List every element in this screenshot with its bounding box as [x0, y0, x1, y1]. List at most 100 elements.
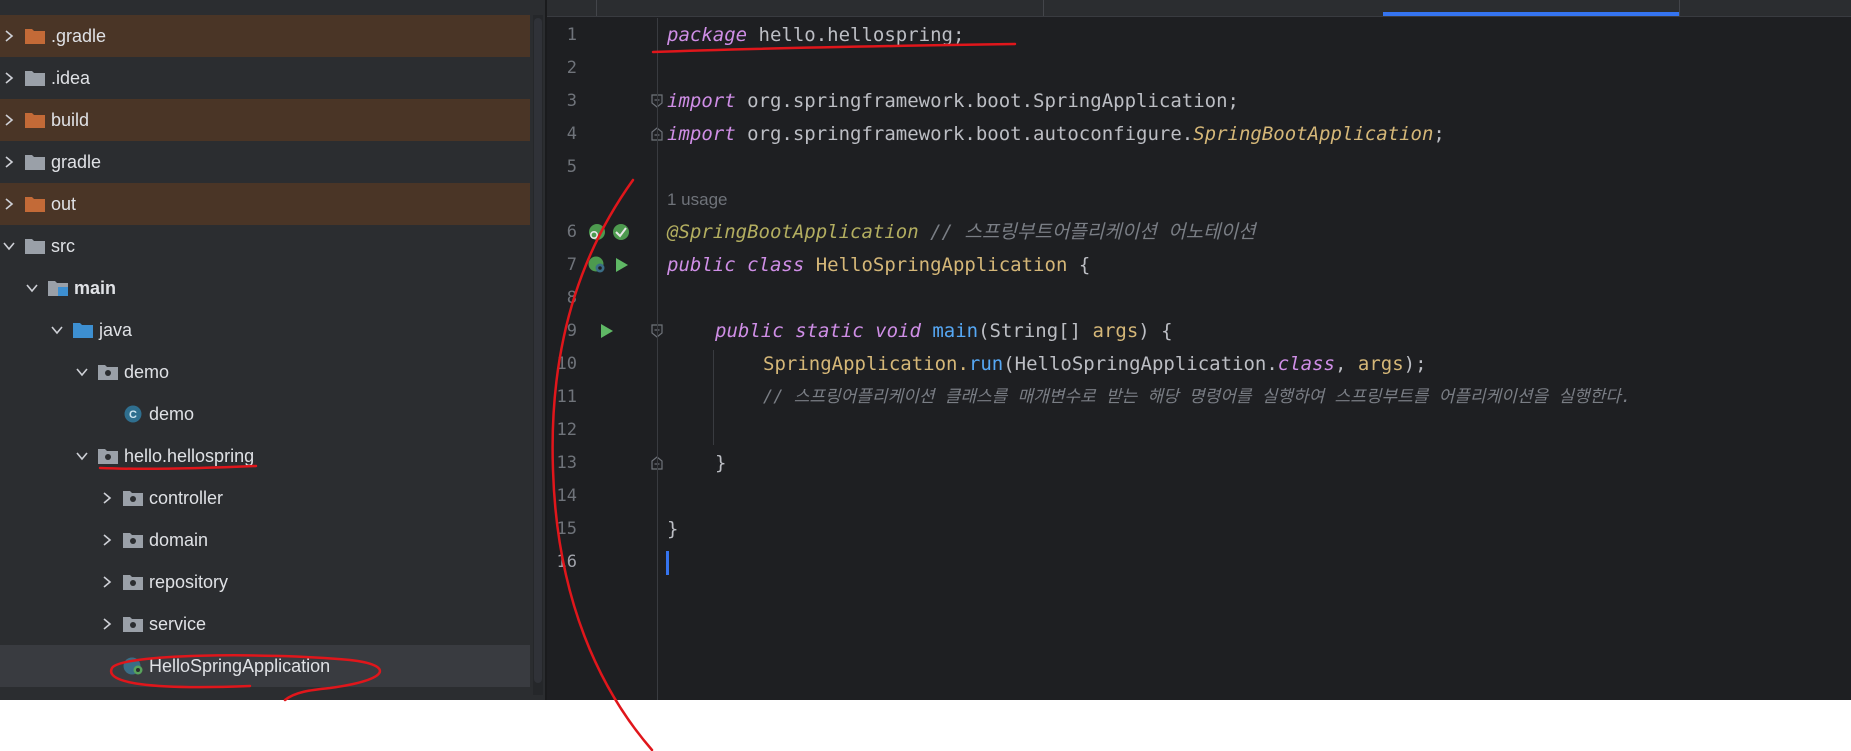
chevron-right-icon[interactable]	[2, 29, 16, 43]
tree-item-main[interactable]: main	[0, 267, 530, 309]
code-line-7[interactable]: public class HelloSpringApplication {	[667, 254, 1090, 276]
code-line-4[interactable]: import org.springframework.boot.autoconf…	[667, 123, 1445, 145]
line-number: 6	[566, 222, 577, 242]
tree-item-label: build	[51, 109, 90, 130]
tree-scrollbar-thumb[interactable]	[534, 18, 542, 683]
line-number: 1	[566, 25, 577, 45]
comment: // 스프링어플리케이션 클래스를 매개변수로 받는 해당 명령어를 실행하여 …	[763, 387, 1632, 407]
comment: // 스프링부트어플리케이션 어노테이션	[918, 221, 1256, 243]
chevron-right-icon[interactable]	[100, 533, 114, 547]
excluded-folder-icon	[24, 27, 46, 45]
tree-item-label: java	[99, 319, 133, 340]
tree-item-label: .idea	[51, 67, 91, 88]
tree-item-controller[interactable]: controller	[0, 477, 530, 519]
code-line-13[interactable]: }	[715, 452, 726, 474]
tree-item-label: repository	[149, 571, 229, 592]
code-line-10[interactable]: SpringApplication.run(HelloSpringApplica…	[763, 353, 1427, 375]
tree-item-java[interactable]: java	[0, 309, 530, 351]
tree-item-repository[interactable]: repository	[0, 561, 530, 603]
usage-hint[interactable]: 1 usage	[667, 190, 728, 210]
spring-boot-app-gutter-icon[interactable]	[587, 255, 607, 275]
code-line-15[interactable]: }	[667, 518, 678, 540]
chevron-right-icon[interactable]	[100, 617, 114, 631]
chevron-down-icon[interactable]	[2, 239, 16, 253]
svg-text:C: C	[129, 409, 137, 421]
code-line-3[interactable]: import org.springframework.boot.SpringAp…	[667, 90, 1239, 112]
line-number: 12	[556, 420, 577, 440]
chevron-down-icon[interactable]	[75, 365, 89, 379]
chevron-down-icon[interactable]	[50, 323, 64, 337]
tree-item-demo-package[interactable]: demo	[0, 351, 530, 393]
tree-item-src[interactable]: src	[0, 225, 530, 267]
chevron-right-icon[interactable]	[2, 113, 16, 127]
indent-guide	[713, 350, 714, 445]
chevron-right-icon[interactable]	[100, 491, 114, 505]
code-line-1[interactable]: package hello.hellospring;	[667, 24, 964, 46]
chevron-right-icon[interactable]	[100, 575, 114, 589]
chevron-right-icon[interactable]	[2, 197, 16, 211]
text-caret	[666, 551, 669, 575]
tree-item-label: HelloSpringApplication	[149, 655, 331, 676]
code-line-9[interactable]: public static void main(String[] args) {	[715, 320, 1173, 342]
class-name: SpringApplication.	[763, 353, 969, 375]
spring-config-gutter-icon[interactable]	[611, 222, 631, 242]
package-icon	[122, 573, 144, 591]
source-folder-icon	[72, 321, 94, 339]
annotation: @SpringBootApplication	[667, 221, 919, 243]
keyword: public static void	[715, 320, 921, 342]
current-line-number: 16	[556, 552, 577, 572]
editor-tab-strip	[547, 0, 1851, 17]
tree-item-out[interactable]: out	[0, 183, 530, 225]
tab-separator	[596, 0, 597, 16]
tree-item-build[interactable]: build	[0, 99, 530, 141]
line-number: 8	[566, 288, 577, 308]
code-text: hello.hellospring;	[747, 24, 965, 46]
chevron-right-icon[interactable]	[2, 71, 16, 85]
active-tab-indicator[interactable]	[1383, 12, 1679, 16]
keyword: import	[667, 90, 736, 112]
project-panel-header	[0, 0, 545, 8]
package-icon	[122, 615, 144, 633]
tree-item-idea[interactable]: .idea	[0, 57, 530, 99]
tab-separator	[1679, 0, 1680, 16]
code-line-11[interactable]: // 스프링어플리케이션 클래스를 매개변수로 받는 해당 명령어를 실행하여 …	[763, 386, 1631, 408]
code-text: }	[667, 518, 679, 540]
tree-item-label: gradle	[51, 151, 102, 172]
tree-item-hello-spring-application[interactable]: HelloSpringApplication	[0, 645, 530, 687]
line-number: 15	[556, 519, 577, 539]
tree-item-gradle-cache[interactable]: .gradle	[0, 15, 530, 57]
tree-item-domain[interactable]: domain	[0, 519, 530, 561]
code-text: ) {	[1138, 320, 1173, 342]
code-line-6[interactable]: @SpringBootApplication // 스프링부트어플리케이션 어노…	[667, 221, 1256, 243]
chevron-down-icon[interactable]	[75, 449, 89, 463]
function-name: run	[968, 353, 1004, 375]
spring-bean-gutter-icon[interactable]	[587, 222, 607, 242]
tree-item-partial	[0, 687, 530, 700]
chevron-down-icon[interactable]	[25, 281, 39, 295]
chevron-right-icon[interactable]	[2, 155, 16, 169]
run-icon[interactable]	[611, 255, 631, 275]
line-number: 5	[566, 157, 577, 177]
keyword: class	[1277, 353, 1335, 375]
excluded-folder-icon	[24, 111, 46, 129]
folder-icon	[24, 153, 46, 171]
tree-item-service[interactable]: service	[0, 603, 530, 645]
code-editor[interactable]: 1 2 3 4 5 6 7 8 9 10 11 12 13 14 15 16 p…	[547, 0, 1851, 700]
tree-item-hellospring-package[interactable]: hello.hellospring	[0, 435, 530, 477]
code-text: org.springframework.boot.SpringApplicati…	[735, 90, 1239, 112]
run-main-icon[interactable]	[596, 321, 616, 341]
tree-item-label: demo	[149, 403, 195, 424]
tree-item-label: controller	[149, 487, 224, 508]
code-text: ;	[1433, 123, 1445, 145]
tree-item-label: service	[149, 613, 207, 634]
tree-item-gradle[interactable]: gradle	[0, 141, 530, 183]
code-text: ,	[1334, 353, 1358, 375]
line-number: 11	[556, 387, 577, 407]
class-icon: C	[122, 405, 144, 423]
tab-separator	[1043, 0, 1044, 16]
tree-item-demo-class[interactable]: C demo	[0, 393, 530, 435]
code-text: org.springframework.boot.autoconfigure.	[735, 123, 1194, 145]
line-number: 3	[566, 91, 577, 111]
